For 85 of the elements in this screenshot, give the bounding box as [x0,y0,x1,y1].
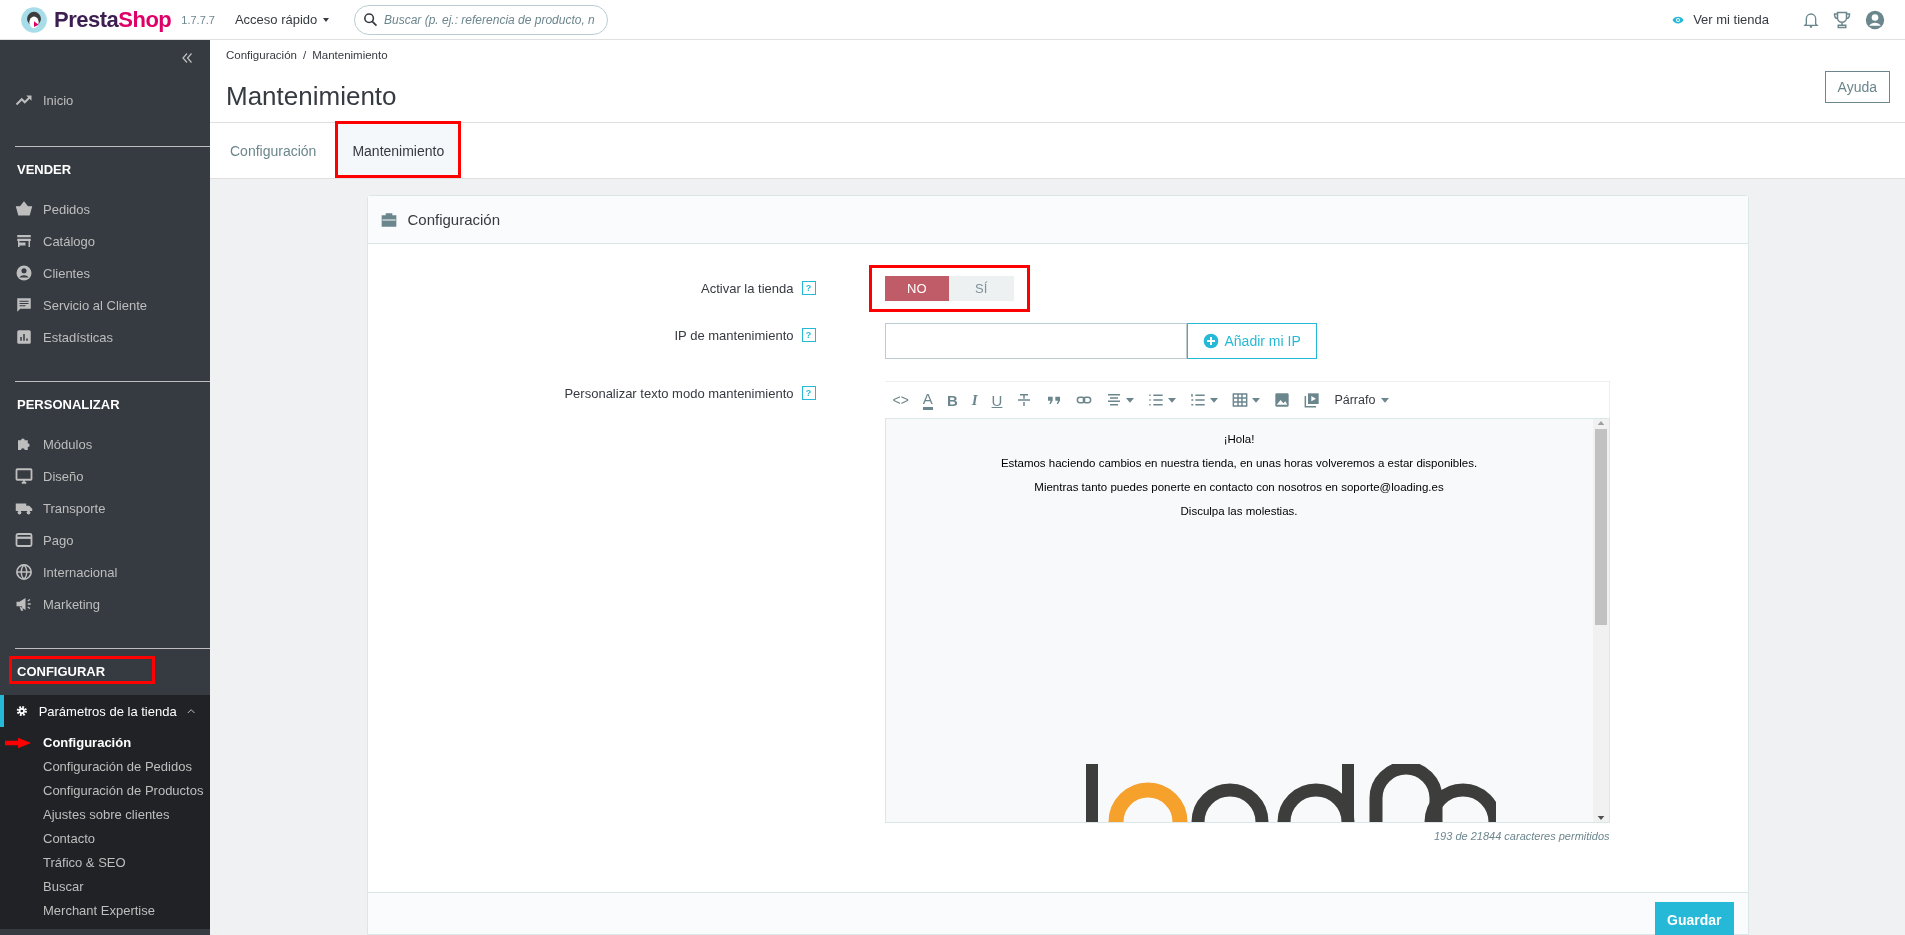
sidebar-item[interactable]: Pago [0,524,210,556]
breadcrumb-link[interactable]: Configuración [226,49,297,61]
collapse-icon[interactable] [180,52,194,64]
sidebar-item[interactable]: Pedidos [0,193,210,225]
trophy-icon[interactable] [1833,10,1851,29]
submenu-item[interactable]: Configuración [0,731,210,755]
submenu-item[interactable]: Configuración de Productos [0,779,210,803]
code-view-button[interactable]: <> [892,392,909,408]
sidebar-item[interactable]: Parámetros de la tienda [0,695,210,727]
tab[interactable]: Mantenimiento [336,123,461,178]
ip-input-field[interactable] [884,323,1187,359]
submenu-item[interactable]: Ajustes sobre clientes [0,803,210,827]
scrollbar-thumb[interactable] [1594,429,1607,625]
submenu-item[interactable]: Merchant Expertise [0,899,210,923]
sidebar-item[interactable]: Servicio al Cliente [0,289,210,321]
sidebar-item[interactable]: Diseño [0,460,210,492]
chat-icon [15,296,33,314]
breadcrumb-link[interactable]: Mantenimiento [312,49,388,61]
basket-icon [15,200,33,218]
card-icon [15,531,33,549]
user-icon [15,264,33,282]
panel-title: Configuración [407,211,501,228]
submenu-item[interactable]: Tráfico & SEO [0,851,210,875]
bullet-list-icon[interactable] [1148,392,1165,408]
globe-icon [15,563,33,581]
help-button[interactable]: Ayuda [1824,70,1890,103]
store-icon [15,232,33,250]
search-icon [363,12,378,27]
image-icon[interactable] [1274,392,1291,408]
strikethrough-icon[interactable] [1016,392,1033,408]
video-icon[interactable] [1304,392,1321,408]
character-counter: 193 de 21844 caracteres permitidos [1434,830,1610,842]
field-label: Activar la tienda [701,281,794,296]
table-icon[interactable] [1232,392,1249,408]
scroll-down-icon[interactable] [1596,814,1605,822]
sidebar-item[interactable]: Estadísticas [0,321,210,353]
format-dropdown[interactable]: Párrafo [1334,393,1390,407]
version-label: 1.7.7.7 [181,13,215,26]
breadcrumb-separator: / [302,49,307,61]
sidebar-item[interactable]: Inicio [0,76,210,124]
chart-icon [15,328,33,346]
logo-icon[interactable] [20,5,48,34]
section-heading: PERSONALIZAR [16,396,121,414]
logo-text[interactable]: PrestaShop [54,6,172,33]
caret-icon[interactable] [1126,396,1135,404]
section-heading: VENDER [16,161,73,179]
briefcase-icon [379,211,398,228]
sidebar-item[interactable]: Catálogo [0,225,210,257]
bold-button[interactable]: B [946,391,958,409]
numbered-list-icon[interactable] [1190,392,1207,408]
caret-icon [1381,396,1390,404]
text-editor[interactable]: ¡Hola! Estamos haciendo cambios en nuestra tienda, en unas horas volveremos a estar disponibles. Mientras tanto puedes ponerte en contacto con nosotros en soporte@loading.es Disculpa las molestias. [884,418,1610,823]
caret-icon[interactable] [1252,396,1261,404]
caret-icon[interactable] [1168,396,1177,404]
italic-button[interactable]: I [971,391,978,409]
quick-access-menu[interactable]: Acceso rápido [234,12,331,27]
megaphone-icon [15,595,33,613]
user-icon[interactable] [1865,9,1885,30]
align-center-icon[interactable] [1106,392,1123,408]
sidebar-item[interactable]: Marketing [0,588,210,620]
editor-paragraph: Mientras tanto puedes ponerte en contacto con nosotros en soporte@loading.es [1034,480,1444,495]
underline-button[interactable]: U [991,391,1003,409]
caret-icon[interactable] [1210,396,1219,404]
editor-paragraph: Estamos haciendo cambios en nuestra tienda, en unas horas volveremos a estar disponibles. [1000,456,1478,471]
submenu-item[interactable]: Contacto [0,827,210,851]
section-heading: CONFIGURAR [15,649,108,695]
field-label: IP de mantenimiento [674,328,794,343]
editor-paragraph: Disculpa las molestias. [1180,504,1298,519]
view-store-link[interactable]: Ver mi tienda [1669,12,1769,27]
submenu-item[interactable]: Buscar [0,875,210,899]
sidebar-item[interactable]: Módulos [0,428,210,460]
sidebar-item[interactable]: Internacional [0,556,210,588]
scrollbar[interactable] [1592,419,1609,822]
editor-paragraph: ¡Hola! [1223,432,1255,447]
sidebar-item[interactable]: Transporte [0,492,210,524]
caret-icon [322,16,331,23]
text-color-button[interactable]: A [922,390,933,410]
monitor-icon [15,467,33,485]
page-title: Mantenimiento [226,81,398,112]
plus-circle-icon [1202,333,1219,349]
bell-icon[interactable] [1803,10,1819,29]
toggle-option[interactable]: NO [884,276,949,301]
field-label: Personalizar texto modo mantenimiento [564,386,794,401]
submenu-item[interactable]: Configuración de Pedidos [0,755,210,779]
sidebar-item[interactable]: Clientes [0,257,210,289]
